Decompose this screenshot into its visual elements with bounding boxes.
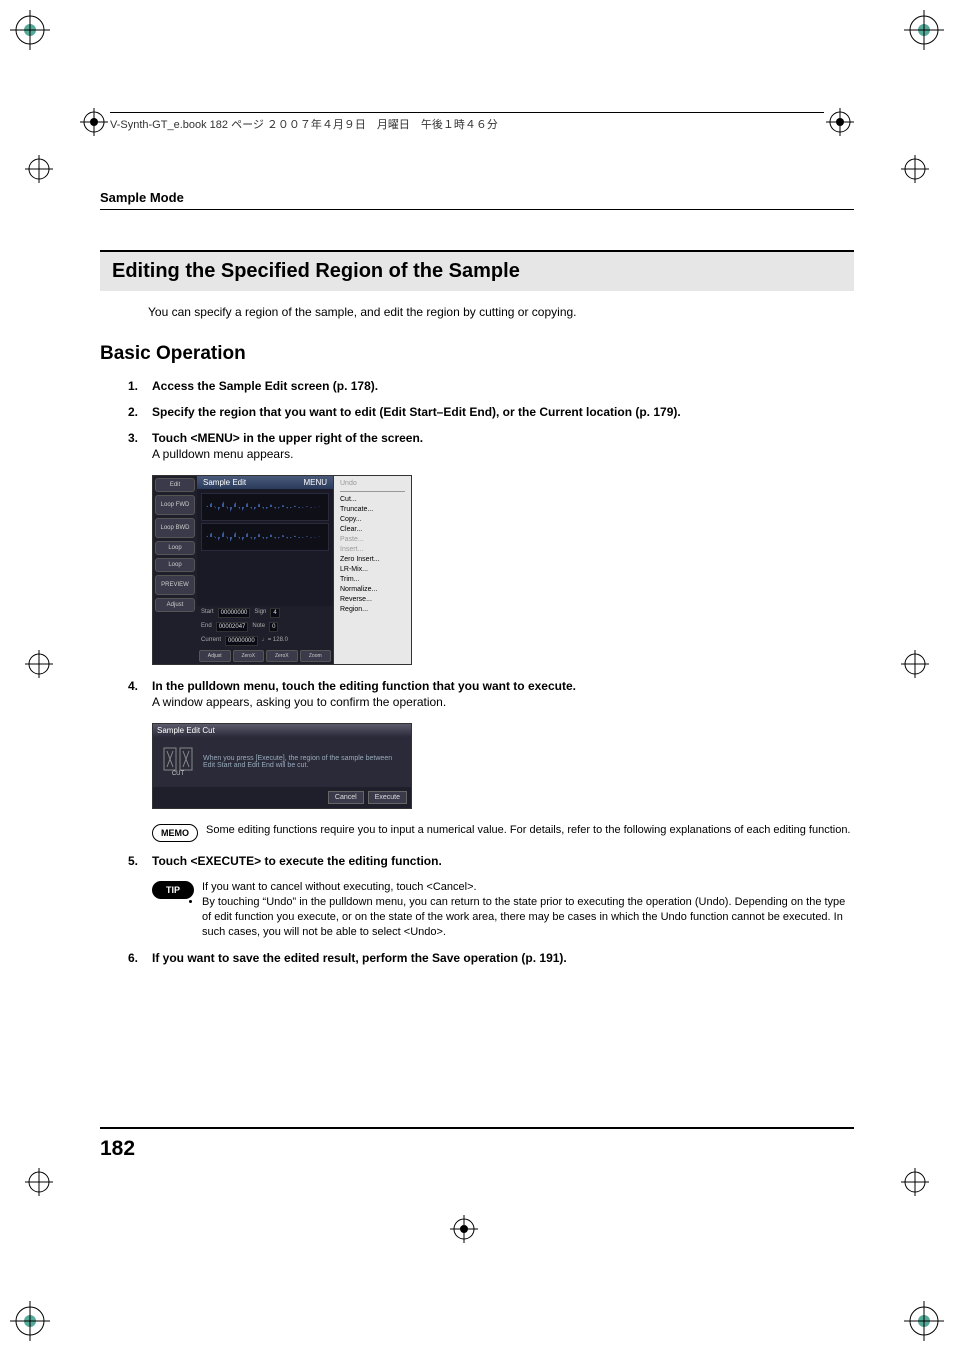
registration-mark — [25, 650, 53, 678]
dialog-footer: Cancel Execute — [153, 787, 411, 808]
running-head: Sample Mode — [100, 190, 854, 205]
menu-item-normalize: Normalize... — [340, 586, 405, 593]
dialog-execute-button: Execute — [368, 791, 407, 804]
registration-mark — [901, 650, 929, 678]
step-number: 1. — [128, 379, 152, 395]
step-number: 4. — [128, 679, 152, 713]
step-text: Access the Sample Edit screen (p. 178). — [152, 379, 854, 393]
registration-mark — [25, 1168, 53, 1196]
step-number: 5. — [128, 854, 152, 870]
fig-btn-loop-bwd: Loop BWD — [155, 518, 195, 538]
registration-mark — [826, 108, 854, 136]
steps-list: 1. Access the Sample Edit screen (p. 178… — [128, 379, 854, 465]
page-content: Sample Mode Editing the Specified Region… — [100, 190, 854, 977]
menu-item-truncate: Truncate... — [340, 506, 405, 513]
crop-mark-tl — [10, 10, 50, 50]
dialog-title: Sample Edit Cut — [153, 724, 411, 737]
dialog-body: CUT When you press [Execute], the region… — [153, 737, 411, 787]
figure-waveforms — [197, 489, 333, 606]
waveform-r — [201, 523, 329, 551]
figure-params: End00002047 Note0 — [197, 620, 333, 634]
step-6: 6. If you want to save the edited result… — [128, 951, 854, 967]
registration-mark — [80, 108, 108, 136]
step-number: 6. — [128, 951, 152, 967]
tip-note: TIP If you want to cancel without execut… — [152, 880, 854, 939]
crop-mark-tr — [904, 10, 944, 50]
page-number: 182 — [100, 1137, 135, 1161]
menu-item-reverse: Reverse... — [340, 596, 405, 603]
menu-item-trim: Trim... — [340, 576, 405, 583]
figure-bottom-buttons: Adjust ZeroX ZeroX Zoom — [197, 648, 333, 664]
step-text: Touch <MENU> in the upper right of the s… — [152, 431, 854, 445]
dialog-message: When you press [Execute], the region of … — [203, 755, 401, 769]
waveform-l — [201, 493, 329, 521]
dialog-cancel-button: Cancel — [328, 791, 364, 804]
figure-params: Start00000000 Sign4 — [197, 606, 333, 620]
memo-text: Some editing functions require you to in… — [206, 823, 854, 838]
tip-text: If you want to cancel without executing,… — [202, 880, 854, 939]
menu-item-insert: Insert... — [340, 546, 405, 553]
section-heading: Editing the Specified Region of the Samp… — [100, 250, 854, 291]
registration-mark — [901, 155, 929, 183]
fig-btn-preview: PREVIEW — [155, 575, 195, 595]
registration-mark — [901, 1168, 929, 1196]
fig-btn-loop: Loop — [155, 541, 195, 555]
registration-mark — [450, 1215, 478, 1243]
figure-pulldown-menu: Undo Cut... Truncate... Copy... Clear...… — [333, 476, 411, 664]
step-number: 2. — [128, 405, 152, 421]
figure-mid: Sample Edit MENU Start00000000 Sign4 End… — [197, 476, 333, 664]
tip-bullet-2: By touching “Undo” in the pulldown menu,… — [202, 895, 854, 940]
menu-item-zero-insert: Zero Insert... — [340, 556, 405, 563]
figure-confirm-dialog: Sample Edit Cut CUT When you press [Exec… — [152, 723, 412, 809]
step-1: 1. Access the Sample Edit screen (p. 178… — [128, 379, 854, 395]
step-text: In the pulldown menu, touch the editing … — [152, 679, 854, 693]
step-number: 3. — [128, 431, 152, 465]
step-note: A window appears, asking you to confirm … — [152, 695, 854, 709]
step-text: Touch <EXECUTE> to execute the editing f… — [152, 854, 854, 868]
header-rule — [110, 112, 824, 113]
cut-icon: CUT — [163, 747, 193, 777]
crop-mark-br — [904, 1301, 944, 1341]
menu-item-cut: Cut... — [340, 496, 405, 503]
step-2: 2. Specify the region that you want to e… — [128, 405, 854, 421]
steps-list-cont2: 5. Touch <EXECUTE> to execute the editin… — [128, 854, 854, 870]
memo-note: MEMO Some editing functions require you … — [152, 823, 854, 842]
fig-btn-loop-fwd: Loop FWD — [155, 495, 195, 515]
menu-item-region: Region... — [340, 606, 405, 613]
crop-mark-bl — [10, 1301, 50, 1341]
fig-btn-edit: Edit — [155, 478, 195, 492]
intro-text: You can specify a region of the sample, … — [148, 305, 854, 319]
step-text: If you want to save the edited result, p… — [152, 951, 854, 965]
divider — [100, 209, 854, 210]
fig-btn-loop2: Loop — [155, 558, 195, 572]
menu-item-clear: Clear... — [340, 526, 405, 533]
book-header-text: V-Synth-GT_e.book 182 ページ ２００７年４月９日 月曜日 … — [110, 116, 498, 132]
menu-item-paste: Paste... — [340, 536, 405, 543]
figure-left-buttons: Edit Loop FWD Loop BWD Loop Loop PREVIEW… — [153, 476, 197, 664]
footer-rule — [100, 1127, 854, 1129]
steps-list-cont: 4. In the pulldown menu, touch the editi… — [128, 679, 854, 713]
menu-item-lrmix: LR-Mix... — [340, 566, 405, 573]
step-4: 4. In the pulldown menu, touch the editi… — [128, 679, 854, 713]
figure-title-bar: Sample Edit MENU — [197, 476, 333, 489]
figure-sample-edit-menu: Edit Loop FWD Loop BWD Loop Loop PREVIEW… — [152, 475, 412, 665]
step-text: Specify the region that you want to edit… — [152, 405, 854, 419]
memo-badge: MEMO — [152, 824, 198, 842]
figure-menu-btn: MENU — [303, 478, 327, 487]
fig-btn-adjust: Adjust — [155, 598, 195, 612]
registration-mark — [25, 155, 53, 183]
figure-title: Sample Edit — [203, 478, 246, 487]
figure-params: Current00000000 ♩= 128.0 — [197, 634, 333, 648]
step-5: 5. Touch <EXECUTE> to execute the editin… — [128, 854, 854, 870]
tip-bullet-1: If you want to cancel without executing,… — [202, 880, 854, 895]
step-3: 3. Touch <MENU> in the upper right of th… — [128, 431, 854, 465]
step-note: A pulldown menu appears. — [152, 447, 854, 461]
menu-item-copy: Copy... — [340, 516, 405, 523]
menu-item-undo: Undo — [340, 480, 405, 487]
steps-list-cont3: 6. If you want to save the edited result… — [128, 951, 854, 967]
subsection-heading: Basic Operation — [100, 343, 854, 365]
